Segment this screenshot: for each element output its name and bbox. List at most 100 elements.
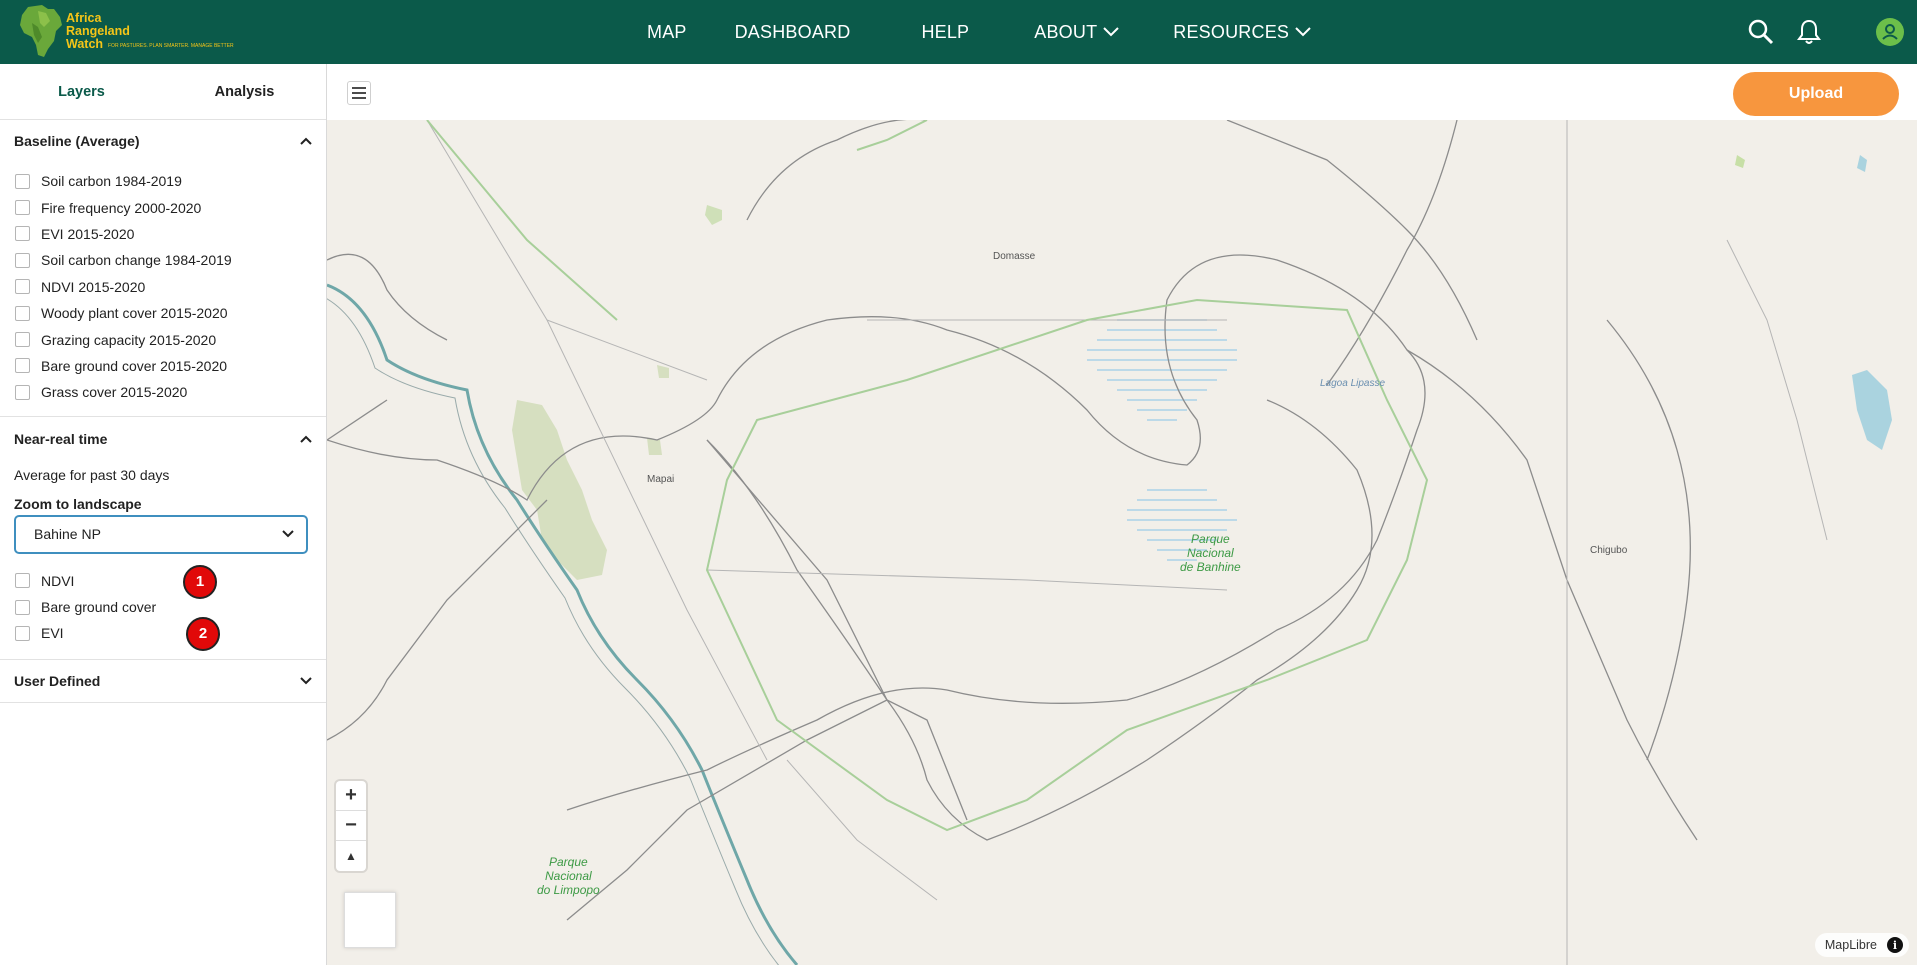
checkbox[interactable]: [15, 599, 30, 615]
place-label-mapai: Mapai: [647, 474, 675, 485]
near-real-time-title: Near-real time: [14, 430, 108, 447]
info-icon[interactable]: i: [1887, 937, 1903, 953]
layer-label: EVI 2015-2020: [41, 225, 135, 242]
hamburger-icon: [352, 87, 366, 99]
park-label-line: Parque: [549, 855, 588, 869]
checkbox[interactable]: [15, 332, 30, 348]
park-label-line: Parque: [1191, 532, 1230, 546]
nav-map[interactable]: MAP: [647, 22, 687, 43]
user-defined-title: User Defined: [14, 672, 101, 689]
tab-layers[interactable]: Layers: [0, 64, 163, 119]
map-canvas[interactable]: Domasse Mapai Lagoa Lipasse Chigubo Parq…: [327, 120, 1917, 965]
layer-soil-carbon-change[interactable]: Soil carbon change 1984-2019: [0, 247, 326, 273]
layer-grazing-capacity[interactable]: Grazing capacity 2015-2020: [0, 326, 326, 352]
africa-map-icon: [20, 5, 62, 57]
park-label-line: do Limpopo: [537, 883, 600, 897]
top-navigation-bar: Africa Rangeland Watch FOR PASTURES. PLA…: [0, 0, 1917, 64]
zoom-to-landscape-label: Zoom to landscape: [14, 495, 142, 512]
place-label-domasse: Domasse: [993, 251, 1036, 262]
baseline-section: Baseline (Average) Soil carbon 1984-2019…: [0, 120, 326, 417]
layer-soil-carbon[interactable]: Soil carbon 1984-2019: [0, 168, 326, 194]
search-icon[interactable]: [1745, 16, 1777, 48]
checkbox[interactable]: [15, 252, 30, 268]
compass-button[interactable]: ▲: [336, 841, 366, 871]
layer-label: Fire frequency 2000-2020: [41, 199, 202, 216]
chevron-down-icon: [1295, 27, 1311, 37]
zoom-in-button[interactable]: +: [336, 781, 366, 811]
baseline-section-header[interactable]: Baseline (Average): [0, 120, 326, 162]
layer-label: EVI: [41, 625, 64, 642]
layer-label: NDVI 2015-2020: [41, 278, 146, 295]
step-badge-1: 1: [183, 564, 217, 599]
checkbox[interactable]: [15, 226, 30, 242]
app-logo[interactable]: Africa Rangeland Watch FOR PASTURES. PLA…: [18, 2, 234, 60]
layer-evi-baseline[interactable]: EVI 2015-2020: [0, 221, 326, 247]
checkbox[interactable]: [15, 173, 30, 189]
park-label-line: Nacional: [1187, 546, 1234, 560]
checkbox[interactable]: [15, 625, 30, 641]
layer-label: Grazing capacity 2015-2020: [41, 331, 217, 348]
park-label-limpopo: Parque Nacional do Limpopo: [537, 855, 600, 897]
nav-map-label: MAP: [647, 21, 687, 42]
menu-toggle-button[interactable]: [347, 81, 371, 105]
checkbox[interactable]: [15, 200, 30, 216]
chevron-up-icon: [300, 435, 312, 443]
basemap-switcher[interactable]: [344, 892, 396, 948]
bell-icon[interactable]: [1793, 16, 1825, 48]
user-defined-section: User Defined: [0, 660, 326, 703]
chevron-down-icon: [300, 676, 312, 685]
checkbox[interactable]: [15, 384, 30, 400]
chevron-down-icon: [1103, 27, 1119, 37]
nav-help-label: HELP: [921, 21, 970, 42]
nav-about-label: ABOUT: [1034, 21, 1098, 42]
park-label-line: de Banhine: [1180, 560, 1241, 574]
near-real-time-header[interactable]: Near-real time: [0, 417, 326, 461]
layer-bare-ground-nrt[interactable]: Bare ground cover: [0, 594, 326, 620]
layer-bare-ground-baseline[interactable]: Bare ground cover 2015-2020: [0, 353, 326, 379]
chevron-down-icon: [282, 530, 294, 538]
layer-label: Bare ground cover: [41, 599, 157, 616]
park-label-banhine: Parque Nacional de Banhine: [1180, 532, 1241, 574]
nav-resources[interactable]: RESOURCES: [1173, 22, 1311, 43]
landscape-select[interactable]: Bahine NP: [14, 514, 308, 554]
checkbox[interactable]: [15, 573, 30, 589]
layer-label: Soil carbon change 1984-2019: [41, 252, 232, 269]
checkbox[interactable]: [15, 358, 30, 374]
layer-label: NDVI: [41, 572, 75, 589]
logo-tagline: FOR PASTURES. PLAN SMARTER. MANAGE BETTE…: [108, 43, 234, 49]
user-avatar-icon[interactable]: [1874, 16, 1906, 48]
layer-ndvi-nrt[interactable]: NDVI: [0, 568, 326, 594]
chevron-up-icon: [300, 137, 312, 145]
map-toolbar: Upload: [327, 64, 1917, 120]
layers-sidebar: Layers Analysis Baseline (Average) Soil …: [0, 64, 327, 965]
layer-label: Woody plant cover 2015-2020: [41, 305, 228, 322]
nav-help[interactable]: HELP: [921, 22, 969, 43]
zoom-out-button[interactable]: −: [336, 811, 366, 841]
layer-label: Grass cover 2015-2020: [41, 384, 188, 401]
layer-grass-cover[interactable]: Grass cover 2015-2020: [0, 379, 326, 405]
map-zoom-controls: + − ▲: [336, 781, 366, 871]
logo-line-1: Africa: [66, 10, 102, 25]
attribution-text: MapLibre: [1824, 938, 1877, 952]
landscape-select-value: Bahine NP: [34, 526, 101, 543]
layer-evi-nrt[interactable]: EVI: [0, 620, 326, 646]
layer-fire-frequency[interactable]: Fire frequency 2000-2020: [0, 194, 326, 220]
sidebar-tabs: Layers Analysis: [0, 64, 326, 120]
map-attribution: MapLibre i: [1814, 933, 1909, 957]
nav-about[interactable]: ABOUT: [1034, 22, 1119, 43]
layer-ndvi-baseline[interactable]: NDVI 2015-2020: [0, 274, 326, 300]
nav-dashboard-label: DASHBOARD: [734, 21, 851, 42]
header-actions: [1737, 0, 1917, 64]
checkbox[interactable]: [15, 279, 30, 295]
layer-woody-plant-cover[interactable]: Woody plant cover 2015-2020: [0, 300, 326, 326]
average-period-text: Average for past 30 days: [14, 466, 170, 483]
nav-resources-label: RESOURCES: [1173, 21, 1290, 42]
nav-dashboard[interactable]: DASHBOARD: [735, 22, 851, 43]
main-nav: MAP DASHBOARD HELP ABOUT RESOURCES: [647, 0, 1311, 64]
near-real-time-section: Near-real time Average for past 30 days …: [0, 417, 326, 660]
park-label-line: Nacional: [545, 869, 592, 883]
upload-button[interactable]: Upload: [1733, 72, 1899, 116]
tab-analysis[interactable]: Analysis: [163, 64, 326, 119]
checkbox[interactable]: [15, 305, 30, 321]
user-defined-header[interactable]: User Defined: [0, 660, 326, 702]
